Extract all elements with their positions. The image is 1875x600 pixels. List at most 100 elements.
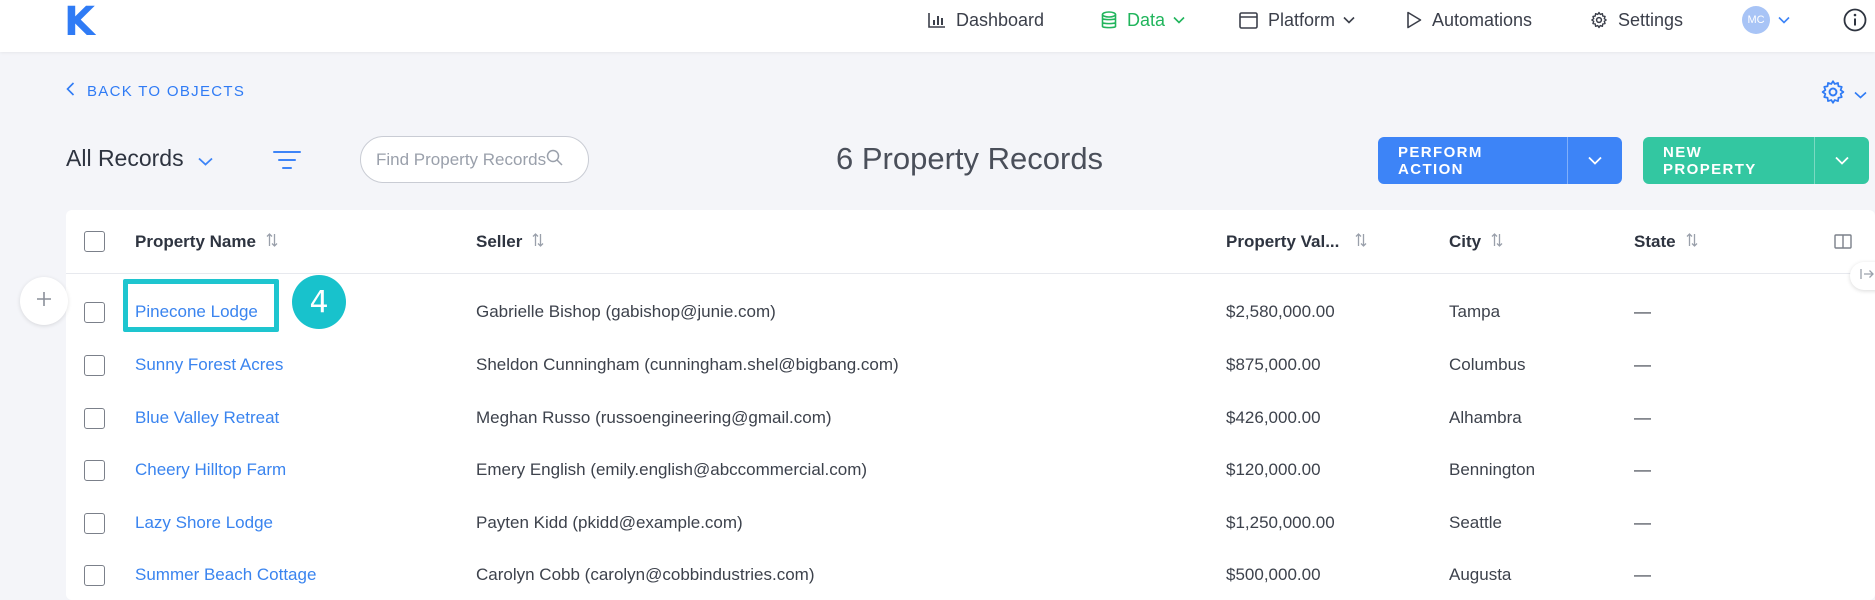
column-header-seller[interactable]: Seller [476, 232, 544, 252]
city-cell: Tampa [1449, 302, 1501, 321]
perform-action-button[interactable]: PERFORM ACTION [1378, 137, 1567, 184]
property-name-link[interactable]: Blue Valley Retreat [135, 408, 279, 428]
table-row[interactable]: Sunny Forest Acres Sheldon Cunningham (c… [66, 339, 1875, 391]
chevron-down-icon [1588, 152, 1602, 170]
state-cell: — [1634, 513, 1651, 532]
sort-icon [1355, 232, 1367, 252]
sort-icon [532, 232, 544, 252]
select-all-checkbox[interactable] [84, 231, 105, 252]
seller-cell: Emery English (emily.english@abccommerci… [476, 460, 868, 479]
state-cell: — [1634, 302, 1651, 321]
nav-platform[interactable]: Platform [1239, 8, 1355, 32]
nav-automations-label: Automations [1432, 9, 1533, 30]
back-link-label: BACK TO OBJECTS [87, 82, 246, 100]
property-name-link[interactable]: Sunny Forest Acres [135, 355, 283, 375]
column-header-label: Property Val... [1226, 231, 1340, 251]
view-selector-label: All Records [66, 145, 184, 171]
nav-automations[interactable]: Automations [1406, 8, 1532, 32]
info-icon[interactable] [1843, 8, 1867, 37]
table-row[interactable]: Blue Valley Retreat Meghan Russo (russoe… [66, 392, 1875, 444]
view-selector[interactable]: All Records [66, 145, 213, 172]
nav-data[interactable]: Data [1101, 8, 1185, 32]
new-property-split-button: NEW PROPERTY [1643, 137, 1869, 184]
add-row-button[interactable] [20, 277, 68, 325]
state-cell: — [1634, 355, 1651, 374]
property-name-link[interactable]: Lazy Shore Lodge [135, 513, 273, 533]
column-header-label: Seller [476, 231, 523, 251]
row-checkbox[interactable] [84, 564, 105, 586]
state-cell: — [1634, 460, 1651, 479]
database-icon [1101, 10, 1117, 30]
table-header-row: Property Name Seller Property Val... Cit… [66, 210, 1875, 274]
column-header-city[interactable]: City [1449, 232, 1503, 252]
column-header-property-name[interactable]: Property Name [135, 232, 278, 252]
avatar: MC [1742, 6, 1770, 34]
property-value-cell: $875,000.00 [1226, 355, 1321, 374]
plus-icon [36, 291, 52, 312]
nav-settings[interactable]: Settings [1590, 8, 1683, 32]
city-cell: Augusta [1449, 565, 1512, 584]
gear-icon [1820, 79, 1846, 110]
search-icon[interactable] [546, 149, 563, 171]
search-input[interactable] [376, 149, 546, 170]
search-field[interactable] [360, 136, 589, 183]
perform-action-split-button: PERFORM ACTION [1378, 137, 1622, 184]
nav-data-label: Data [1127, 9, 1166, 30]
column-header-label: State [1634, 231, 1676, 251]
records-table: Property Name Seller Property Val... Cit… [66, 210, 1875, 600]
object-settings-menu[interactable] [1820, 79, 1867, 110]
row-checkbox[interactable] [84, 512, 105, 534]
new-property-button[interactable]: NEW PROPERTY [1643, 137, 1814, 184]
city-cell: Alhambra [1449, 408, 1522, 427]
sort-icon [266, 232, 278, 252]
column-header-label: Property Name [135, 231, 256, 251]
new-property-dropdown-button[interactable] [1814, 137, 1869, 184]
table-row[interactable]: Cheery Hilltop Farm Emery English (emily… [66, 444, 1875, 496]
property-value-cell: $500,000.00 [1226, 565, 1321, 584]
row-checkbox[interactable] [84, 407, 105, 429]
app-logo[interactable]: K [64, 2, 95, 42]
chevron-left-icon [66, 82, 75, 100]
property-name-link[interactable]: Summer Beach Cottage [135, 565, 316, 585]
column-header-state[interactable]: State [1634, 232, 1698, 252]
sort-icon [1491, 232, 1503, 252]
chevron-down-icon [1854, 86, 1867, 104]
row-checkbox[interactable] [84, 301, 105, 323]
nav-dashboard-label: Dashboard [956, 9, 1045, 30]
seller-cell: Carolyn Cobb (carolyn@cobbindustries.com… [476, 565, 815, 584]
column-header-property-value[interactable]: Property Val... [1226, 232, 1367, 252]
tutorial-highlight-box [123, 279, 279, 332]
chevron-down-icon [1343, 16, 1355, 24]
property-value-cell: $120,000.00 [1226, 460, 1321, 479]
city-cell: Columbus [1449, 355, 1526, 374]
city-cell: Seattle [1449, 513, 1502, 532]
table-row[interactable]: Summer Beach Cottage Carolyn Cobb (carol… [66, 549, 1875, 600]
property-name-link[interactable]: Cheery Hilltop Farm [135, 460, 286, 480]
seller-cell: Gabrielle Bishop (gabishop@junie.com) [476, 302, 776, 321]
expand-panel-button[interactable] [1850, 262, 1875, 290]
property-value-cell: $426,000.00 [1226, 408, 1321, 427]
seller-cell: Payten Kidd (pkidd@example.com) [476, 513, 743, 532]
city-cell: Bennington [1449, 460, 1536, 479]
back-to-objects-link[interactable]: BACK TO OBJECTS [66, 82, 245, 100]
nav-platform-label: Platform [1268, 9, 1336, 30]
table-row[interactable]: Lazy Shore Lodge Payten Kidd (pkidd@exam… [66, 497, 1875, 549]
state-cell: — [1634, 408, 1651, 427]
window-icon [1239, 11, 1258, 29]
columns-panel-icon[interactable] [1834, 234, 1852, 254]
records-count-title: 6 Property Records [836, 141, 1104, 176]
state-cell: — [1634, 565, 1651, 584]
property-value-cell: $1,250,000.00 [1226, 513, 1335, 532]
filter-icon[interactable] [272, 149, 302, 176]
chevron-down-icon [197, 145, 213, 172]
play-icon [1406, 11, 1422, 29]
user-menu[interactable]: MC [1742, 6, 1790, 34]
nav-settings-label: Settings [1618, 9, 1684, 30]
row-checkbox[interactable] [84, 459, 105, 481]
perform-action-dropdown-button[interactable] [1567, 137, 1622, 184]
nav-dashboard[interactable]: Dashboard [928, 8, 1044, 32]
sort-icon [1686, 232, 1698, 252]
bar-chart-icon [928, 12, 946, 28]
row-checkbox[interactable] [84, 354, 105, 376]
property-value-cell: $2,580,000.00 [1226, 302, 1335, 321]
